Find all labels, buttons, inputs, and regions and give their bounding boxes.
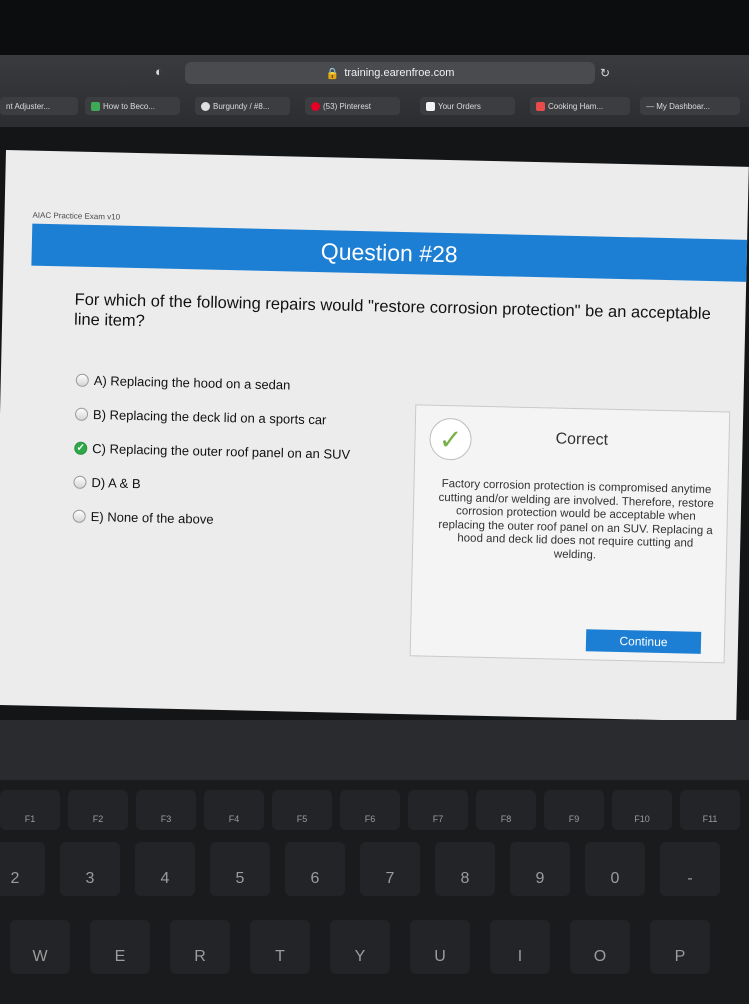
function-key-row: F1 F2 F3 F4 F5 F6 F7 F8 F9 F10 F11 xyxy=(0,790,749,850)
orders-icon xyxy=(426,101,435,111)
radio-button[interactable] xyxy=(75,373,89,387)
bookmark-label: — My Dashboar... xyxy=(646,101,711,111)
keyboard-key[interactable]: 7 xyxy=(360,842,420,896)
bookmark-label: Cooking Ham... xyxy=(548,101,604,111)
number-key-row: 234567890- xyxy=(0,842,749,902)
keyboard-key[interactable]: P xyxy=(650,920,710,974)
keyboard-key[interactable]: 5 xyxy=(210,842,270,896)
feedback-panel: ✓ Correct Factory corrosion protection i… xyxy=(409,404,731,664)
option-label: E) None of the above xyxy=(90,508,214,527)
keyboard-key[interactable]: F11 xyxy=(680,790,740,830)
laptop-bezel-bottom xyxy=(0,720,749,780)
option-label: B) Replacing the deck lid on a sports ca… xyxy=(92,406,327,427)
location-pin-icon xyxy=(91,101,100,111)
keyboard-key[interactable]: 0 xyxy=(585,842,645,896)
keyboard-key[interactable]: F7 xyxy=(408,790,468,830)
keyboard-key[interactable]: 2 xyxy=(0,842,45,896)
answer-option-b[interactable]: B) Replacing the deck lid on a sports ca… xyxy=(74,404,351,430)
checkmark-icon[interactable]: ✓ xyxy=(74,441,88,455)
keyboard-key[interactable]: O xyxy=(570,920,630,974)
keyboard-key[interactable]: F8 xyxy=(476,790,536,830)
bookmark-item[interactable]: — My Dashboar... xyxy=(640,97,740,115)
bookmark-item[interactable]: Burgundy / #8... xyxy=(195,97,290,115)
bookmark-item[interactable]: How to Beco... xyxy=(85,97,180,115)
laptop-bezel-top xyxy=(0,0,749,60)
lock-icon: 🔒 xyxy=(325,67,340,80)
question-title: Question #28 xyxy=(31,223,748,282)
exam-page: AIAC Practice Exam v10 Question #28 For … xyxy=(0,150,749,722)
feedback-explanation: Factory corrosion protection is compromi… xyxy=(438,477,714,561)
bookmark-label: How to Beco... xyxy=(103,101,156,111)
keyboard-key[interactable]: F1 xyxy=(0,790,60,830)
url-text: training.earenfroe.com xyxy=(344,67,455,79)
letter-key-row: WERTYUIOP xyxy=(0,920,749,980)
keyboard-key[interactable]: W xyxy=(10,920,70,974)
keyboard-key[interactable]: F5 xyxy=(272,790,332,830)
keyboard-key[interactable]: F3 xyxy=(136,790,196,830)
address-bar[interactable]: 🔒 training.earenfroe.com xyxy=(185,62,595,84)
bookmark-item[interactable]: Cooking Ham... xyxy=(530,97,630,115)
correct-check-icon: ✓ xyxy=(429,417,473,461)
pinterest-icon xyxy=(311,101,320,111)
answer-option-e[interactable]: E) None of the above xyxy=(72,506,348,532)
site-icon xyxy=(201,101,210,111)
exam-label: AIAC Practice Exam v10 xyxy=(32,210,121,222)
keyboard-key[interactable]: F4 xyxy=(204,790,264,830)
keyboard-key[interactable]: R xyxy=(170,920,230,974)
keyboard-key[interactable]: 6 xyxy=(285,842,345,896)
bookmark-label: Burgundy / #8... xyxy=(213,101,270,111)
bookmark-label: (53) Pinterest xyxy=(323,101,372,111)
bookmark-item[interactable]: nt Adjuster... xyxy=(0,97,78,115)
keyboard-key[interactable]: 8 xyxy=(435,842,495,896)
bookmarks-bar: nt Adjuster... How to Beco... Burgundy /… xyxy=(0,93,749,119)
option-label: D) A & B xyxy=(91,474,141,491)
answer-option-a[interactable]: A) Replacing the hood on a sedan xyxy=(75,370,352,396)
keyboard-key[interactable]: E xyxy=(90,920,150,974)
bookmark-item[interactable]: Your Orders xyxy=(420,97,515,115)
bookmark-label: Your Orders xyxy=(438,101,481,111)
radio-button[interactable] xyxy=(73,475,87,489)
keyboard-key[interactable]: F9 xyxy=(544,790,604,830)
keyboard-key[interactable]: 3 xyxy=(60,842,120,896)
feedback-status: Correct xyxy=(555,430,609,449)
answer-option-c[interactable]: ✓ C) Replacing the outer roof panel on a… xyxy=(74,438,350,464)
keyboard-key[interactable]: Y xyxy=(330,920,390,974)
continue-button[interactable]: Continue xyxy=(585,629,702,654)
answer-option-d[interactable]: D) A & B xyxy=(73,472,349,498)
shield-icon[interactable]: ◐ xyxy=(155,64,163,79)
keyboard-key[interactable]: F6 xyxy=(340,790,400,830)
answer-options: A) Replacing the hood on a sedan B) Repl… xyxy=(72,370,352,546)
keyboard-key[interactable]: 9 xyxy=(510,842,570,896)
keyboard-key[interactable]: U xyxy=(410,920,470,974)
bookmark-label: nt Adjuster... xyxy=(6,101,51,111)
bookmark-item[interactable]: (53) Pinterest xyxy=(305,97,400,115)
recipe-icon xyxy=(536,101,545,111)
keyboard-key[interactable]: F2 xyxy=(68,790,128,830)
keyboard-key[interactable]: T xyxy=(250,920,310,974)
radio-button[interactable] xyxy=(72,509,86,523)
keyboard-key[interactable]: - xyxy=(660,842,720,896)
option-label: C) Replacing the outer roof panel on an … xyxy=(92,440,351,462)
keyboard-key[interactable]: F10 xyxy=(612,790,672,830)
reload-icon[interactable]: ↻ xyxy=(600,66,610,80)
radio-button[interactable] xyxy=(74,407,89,421)
keyboard-key[interactable]: I xyxy=(490,920,550,974)
question-text: For which of the following repairs would… xyxy=(73,290,711,331)
keyboard-key[interactable]: 4 xyxy=(135,842,195,896)
keyboard: F1 F2 F3 F4 F5 F6 F7 F8 F9 F10 F11 234567890- WERT… xyxy=(0,780,749,1004)
option-label: A) Replacing the hood on a sedan xyxy=(93,372,291,393)
